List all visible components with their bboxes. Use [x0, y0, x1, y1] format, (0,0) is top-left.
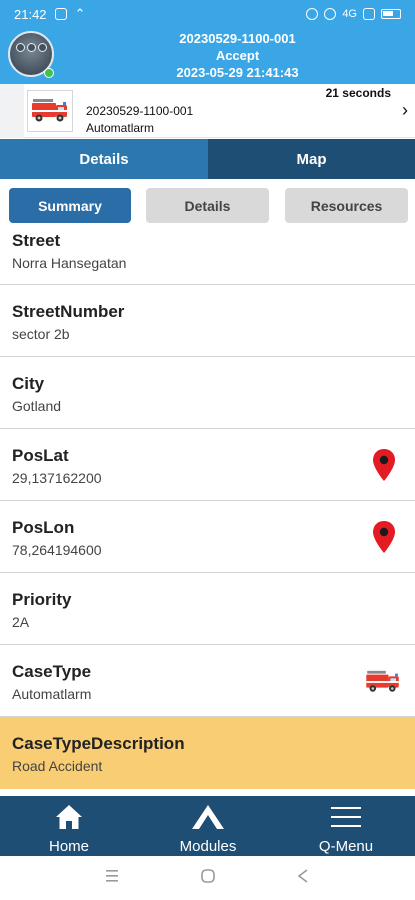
nav-q-menu[interactable]: Q-Menu [277, 796, 415, 856]
signal-icon [363, 8, 375, 20]
sub-tab-bar: Summary Details Resources [0, 179, 415, 231]
field-pos-lat: PosLat 29,137162200 [0, 429, 415, 501]
field-label: Priority [12, 590, 72, 609]
bottom-nav: Home Modules Q-Menu [0, 796, 415, 856]
field-street: Street Norra Hansegatan [0, 231, 415, 285]
subtab-resources[interactable]: Resources [285, 188, 408, 223]
status-bar: 21:42 ⌃ 4G [0, 0, 415, 28]
field-label: StreetNumber [12, 302, 125, 321]
field-street-number: StreetNumber sector 2b [0, 285, 415, 357]
recent-apps-icon[interactable] [105, 868, 119, 884]
battery-icon [381, 9, 401, 19]
map-pin-icon[interactable] [372, 520, 396, 554]
field-value: 78,264194600 [12, 542, 102, 558]
field-value: Automatlarm [12, 686, 92, 702]
main-tab-bar: Details Map [0, 139, 415, 179]
modules-icon [190, 800, 226, 834]
field-value: sector 2b [12, 326, 70, 342]
field-value: Gotland [12, 398, 62, 414]
subtab-summary[interactable]: Summary [9, 188, 131, 223]
field-value: 2A [12, 614, 30, 630]
network-label: 4G [342, 8, 357, 20]
alarm-icon [306, 8, 319, 20]
notification-icon [54, 8, 67, 20]
home-icon [54, 800, 84, 834]
field-value: Road Accident [12, 758, 103, 774]
tab-details[interactable]: Details [0, 139, 208, 179]
field-value: Norra Hansegatan [12, 255, 127, 271]
subtab-details[interactable]: Details [146, 188, 269, 223]
header-case-id: 20230529-1100-001 [179, 31, 296, 46]
field-case-type-description: CaseTypeDescription Road Accident [0, 717, 415, 789]
fire-truck-icon [366, 670, 399, 692]
system-nav-bar [0, 856, 415, 900]
case-list-item[interactable]: 20230529-1100-001 Automatlarm 21 seconds… [0, 84, 415, 138]
nav-modules-label: Modules [179, 838, 237, 855]
field-label: PosLat [12, 446, 69, 465]
field-value: 29,137162200 [12, 470, 102, 486]
case-header: 20230529-1100-001 Accept 2023-05-29 21:4… [0, 28, 415, 84]
summary-field-list[interactable]: Street Norra Hansegatan StreetNumber sec… [0, 231, 415, 796]
back-icon[interactable] [296, 868, 310, 884]
home-button-icon[interactable] [200, 868, 216, 884]
fire-truck-icon [27, 90, 73, 132]
field-label: City [12, 374, 45, 393]
status-time: 21:42 [14, 6, 47, 22]
online-status-icon [44, 68, 54, 78]
header-status: Accept [215, 48, 260, 63]
nav-q-menu-label: Q-Menu [318, 838, 374, 855]
case-row-strip [0, 84, 24, 138]
chevron-up-icon: ⌃ [74, 6, 86, 21]
field-label: Street [12, 231, 61, 250]
nav-home-label: Home [48, 838, 89, 855]
case-row-type: Automatlarm [86, 121, 155, 135]
field-case-type: CaseType Automatlarm [0, 645, 415, 717]
nav-home[interactable]: Home [0, 796, 138, 856]
chevron-right-icon[interactable]: › [402, 100, 408, 121]
field-priority: Priority 2A [0, 573, 415, 645]
elapsed-time: 21 seconds [325, 86, 391, 100]
tab-map[interactable]: Map [208, 139, 415, 179]
field-label: CaseTypeDescription [12, 734, 185, 753]
field-label: PosLon [12, 518, 75, 537]
nav-modules[interactable]: Modules [139, 796, 277, 856]
location-icon [324, 8, 337, 20]
hamburger-menu-icon [330, 800, 362, 834]
case-row-id: 20230529-1100-001 [86, 104, 194, 118]
field-label: CaseType [12, 662, 92, 681]
header-timestamp: 2023-05-29 21:41:43 [176, 65, 299, 80]
field-pos-lon: PosLon 78,264194600 [0, 501, 415, 573]
field-city: City Gotland [0, 357, 415, 429]
map-pin-icon[interactable] [372, 448, 396, 482]
